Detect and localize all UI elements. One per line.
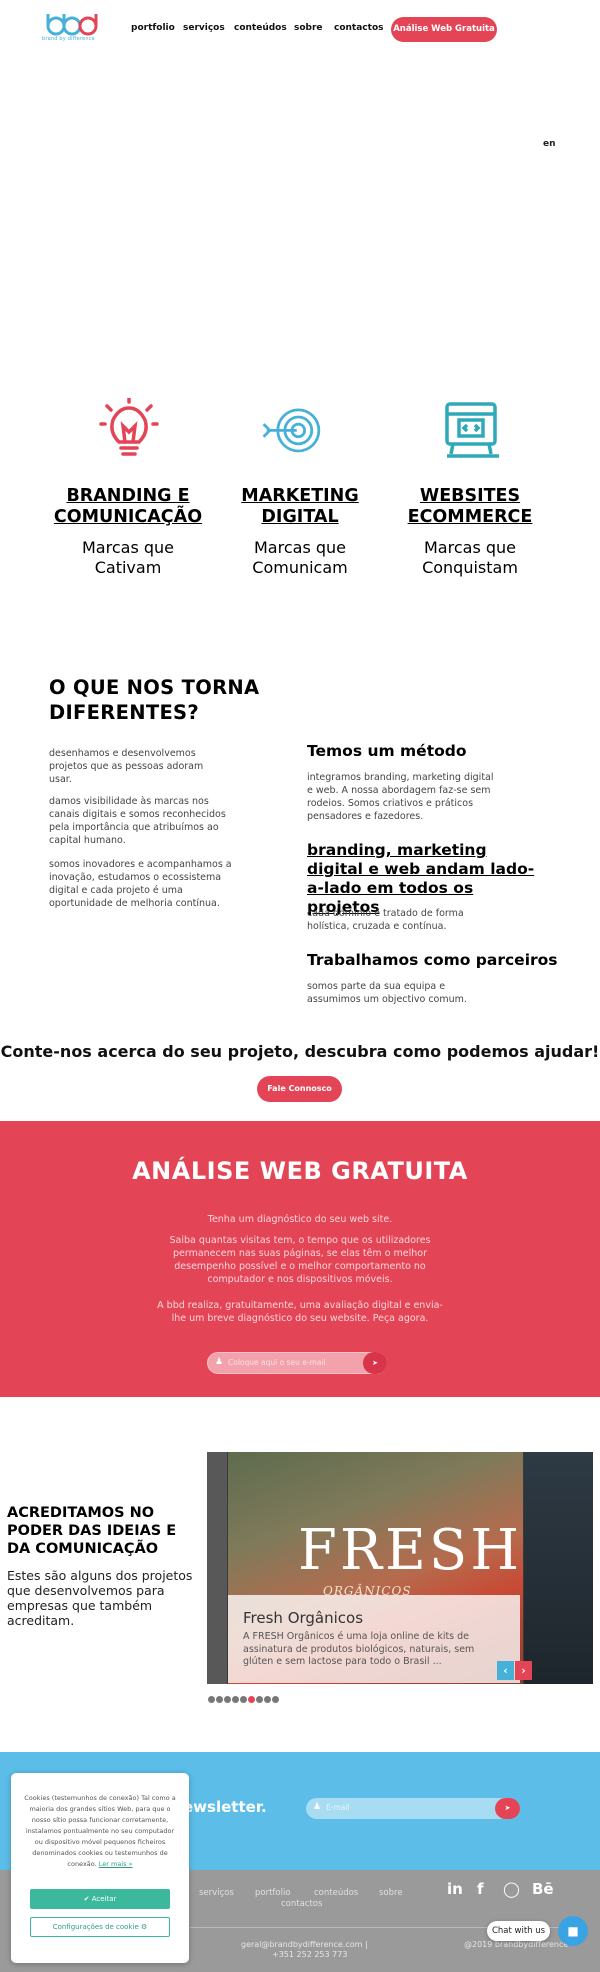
analise-text-1: Tenha um diagnóstico do seu web site. [207, 1214, 393, 1225]
cookie-text: Cookies (testemunhos de conexão) Tal com… [21, 1793, 179, 1870]
next-slide-peek[interactable] [524, 1452, 593, 1684]
cookie-read-more-link[interactable]: Ler mais » [99, 1860, 133, 1868]
facebook-icon[interactable]: f [477, 1880, 484, 1898]
analise-text-3: A bbd realiza, gratuitamente, uma avalia… [157, 1300, 443, 1324]
newsletter-placeholder: E-mail [326, 1803, 350, 1812]
slide-title: Fresh Orgânicos [243, 1609, 364, 1627]
cookie-config-label: Configurações de cookie [52, 1923, 139, 1931]
cookie-banner: Cookies (testemunhos de conexão) Tal com… [11, 1773, 189, 1963]
footer-link-conteudos[interactable]: conteúdos [314, 1888, 358, 1898]
method-heading: Temos um método [307, 742, 467, 760]
linkedin-icon[interactable]: in [447, 1880, 463, 1898]
footer-link-sobre[interactable]: sobre [379, 1888, 403, 1898]
user-icon: ♟ [313, 1802, 322, 1812]
user-icon: ♟ [215, 1357, 224, 1367]
diferentes-paragraph-3: somos inovadores e acompanhamos a inovaç… [49, 859, 232, 909]
nav-item-sobre[interactable]: sobre [294, 23, 323, 33]
chat-bubble-icon[interactable]: ■ [558, 1916, 588, 1946]
logo-tagline: brand by difference [42, 36, 95, 42]
cookie-accept-button[interactable]: ✔ Aceitar [30, 1889, 170, 1909]
service-subtitle-marketing: Marcas que Comunicam [252, 538, 348, 577]
service-title-marketing[interactable]: MARKETING DIGITAL [215, 486, 385, 528]
service-subtitle-branding: Marcas que Cativam [82, 538, 174, 577]
analise-email-placeholder: Coloque aqui o seu e-mail [228, 1358, 326, 1367]
analise-web-button[interactable]: Análise Web Gratuita [391, 17, 497, 42]
slider-dot[interactable] [248, 1696, 255, 1703]
side-by-side-link[interactable]: branding, marketing digital e web andam … [307, 841, 547, 917]
side-by-side-text: cada domínio é tratado de forma holístic… [307, 908, 464, 932]
slider-dot[interactable] [224, 1696, 231, 1703]
footer-link-portfolio[interactable]: portfolio [255, 1888, 291, 1898]
gear-icon: ⚙ [138, 1923, 148, 1931]
newsletter-send-button[interactable]: ➤ [495, 1798, 520, 1819]
fale-connosco-button[interactable]: Fale Connosco [257, 1076, 342, 1102]
fresh-image-word: FRESH [298, 1518, 523, 1583]
footer-copyright: @2019 brandbydifference [464, 1940, 569, 1949]
nav-item-servicos[interactable]: serviços [183, 23, 225, 33]
partners-text: somos parte da sua equipa e assumimos um… [307, 981, 467, 1005]
service-title-branding[interactable]: BRANDING E COMUNICAÇÃO [43, 486, 213, 528]
site-header: brand by difference portfolio serviços c… [0, 0, 600, 60]
cookie-accept-label: Aceitar [91, 1895, 117, 1903]
footer-link-servicos[interactable]: serviços [199, 1888, 234, 1898]
slide-caption: Fresh Orgânicos A FRESH Orgânicos é uma … [228, 1595, 520, 1683]
method-text: integramos branding, marketing digital e… [307, 772, 494, 822]
language-switch[interactable]: en [543, 139, 556, 149]
web-code-icon [445, 402, 499, 458]
footer-email[interactable]: geral@brandbydifference.com | [241, 1940, 368, 1949]
footer-phone[interactable]: +351 252 253 773 [272, 1950, 347, 1959]
diferentes-heading: O QUE NOS TORNA DIFERENTES? [49, 676, 260, 724]
behance-icon[interactable]: Bē [532, 1880, 554, 1898]
diferentes-paragraph-1: desenhamos e desenvolvemos projetos que … [49, 748, 204, 785]
chat-label[interactable]: Chat with us [487, 1921, 550, 1941]
lightbulb-icon [99, 398, 159, 456]
slider-dot[interactable] [272, 1696, 279, 1703]
slider-dot[interactable] [208, 1696, 215, 1703]
cookie-message: Cookies (testemunhos de conexão) Tal com… [24, 1794, 176, 1868]
slider-dot[interactable] [256, 1696, 263, 1703]
nav-item-conteudos[interactable]: conteúdos [234, 23, 287, 33]
service-subtitle-websites: Marcas que Conquistam [422, 538, 518, 577]
slider-dot[interactable] [264, 1696, 271, 1703]
projects-slider[interactable]: FRESH ORGÂNICOS Fresh Orgânicos A FRESH … [207, 1452, 593, 1684]
partners-heading: Trabalhamos como parceiros [307, 951, 558, 969]
footer-link-contactos[interactable]: contactos [281, 1899, 322, 1909]
nav-item-portfolio[interactable]: portfolio [131, 23, 175, 33]
slide-text: A FRESH Orgânicos é uma loja online de k… [243, 1631, 475, 1667]
newsletter-email-field[interactable]: ♟ E-mail ➤ [306, 1798, 520, 1819]
contact-cta-heading: Conte-nos acerca do seu projeto, descubr… [0, 1042, 600, 1061]
analise-text-2: Saiba quantas visitas tem, o tempo que o… [169, 1235, 431, 1285]
instagram-icon[interactable]: ◯ [503, 1880, 520, 1898]
cookie-config-button[interactable]: Configurações de cookie ⚙ [30, 1917, 170, 1937]
diferentes-paragraph-2: damos visibilidade às marcas nos canais … [49, 796, 226, 846]
slider-dot[interactable] [240, 1696, 247, 1703]
analise-web-section: ANÁLISE WEB GRATUITA Tenha um diagnóstic… [0, 1121, 600, 1397]
slider-dot[interactable] [216, 1696, 223, 1703]
service-title-websites[interactable]: WEBSITES ECOMMERCE [385, 486, 555, 528]
bbd-logo[interactable] [44, 12, 100, 36]
nav-item-contactos[interactable]: contactos [334, 23, 383, 33]
newsletter-title: ewsletter. [183, 1798, 267, 1816]
projects-text: Estes são alguns dos projetos que desenv… [7, 1568, 193, 1628]
prev-arrow-icon[interactable]: ‹ [497, 1661, 514, 1680]
analise-title: ANÁLISE WEB GRATUITA [132, 1157, 468, 1185]
analise-email-field[interactable]: ♟ Coloque aqui o seu e-mail ➤ [207, 1352, 387, 1374]
target-icon [262, 408, 321, 453]
projects-heading: ACREDITAMOS NO PODER DAS IDEIAS E DA COM… [7, 1505, 177, 1557]
send-button[interactable]: ➤ [363, 1352, 387, 1374]
slider-dots [208, 1688, 280, 1703]
previous-slide-peek[interactable] [207, 1452, 227, 1684]
check-icon: ✔ [83, 1895, 92, 1903]
next-arrow-icon[interactable]: › [515, 1661, 532, 1680]
slider-dot[interactable] [232, 1696, 239, 1703]
